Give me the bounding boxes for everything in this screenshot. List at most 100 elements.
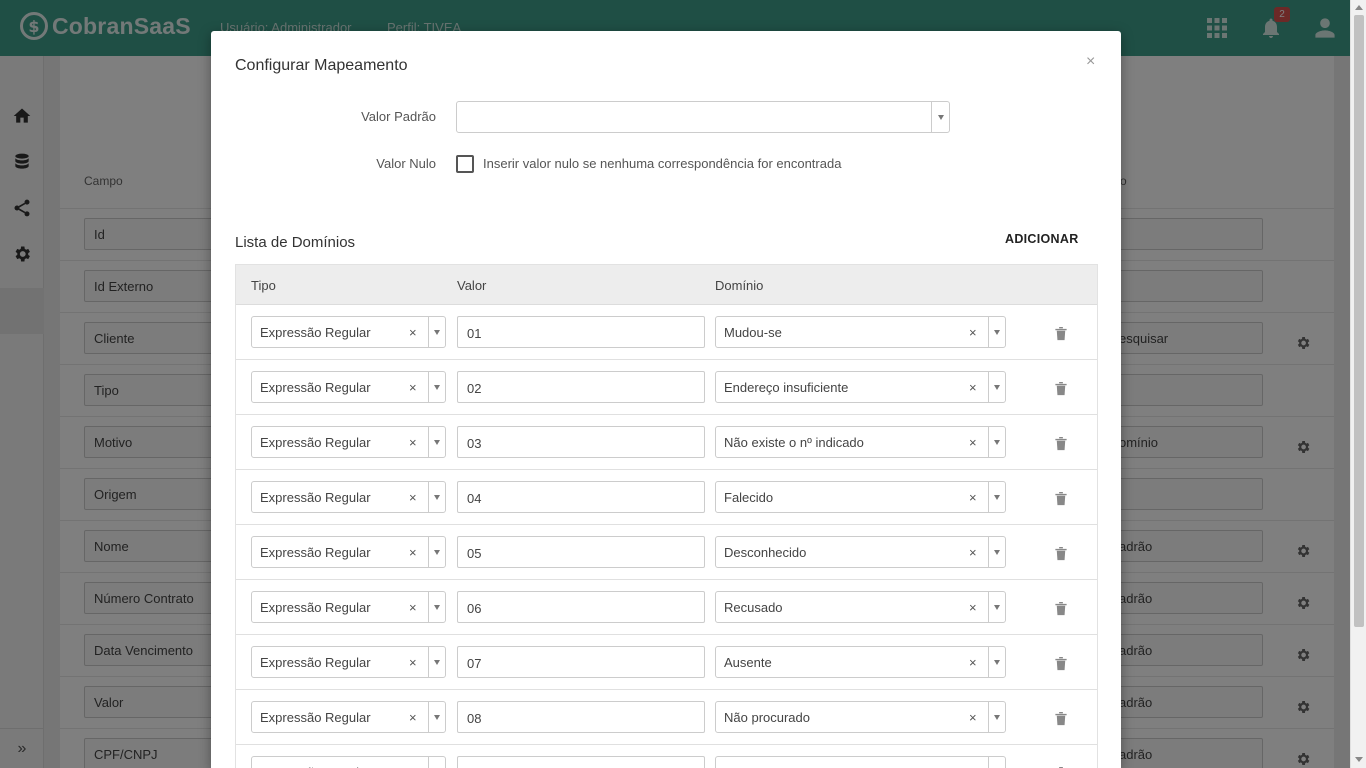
- dominio-dropdown-toggle[interactable]: [988, 482, 1005, 512]
- add-domain-button[interactable]: ADICIONAR: [1005, 232, 1079, 246]
- clear-tipo-icon[interactable]: ×: [409, 545, 417, 560]
- tipo-select[interactable]: Expressão Regular×: [251, 756, 446, 768]
- tipo-select[interactable]: Expressão Regular ×: [251, 646, 446, 678]
- domain-table-header: Tipo Valor Domínio: [236, 265, 1097, 305]
- chevron-down-icon: [994, 439, 1000, 445]
- valor-padrao-select[interactable]: [456, 101, 950, 133]
- valor-input[interactable]: 07: [457, 646, 705, 678]
- scroll-thumb[interactable]: [1354, 15, 1364, 627]
- dominio-select[interactable]: Desconhecido ×: [715, 536, 1006, 568]
- dominio-dropdown-toggle[interactable]: [988, 702, 1005, 732]
- clear-tipo-icon[interactable]: ×: [409, 435, 417, 450]
- delete-row-trash-icon[interactable]: [1054, 436, 1068, 451]
- valor-nulo-checkbox-label[interactable]: Inserir valor nulo se nenhuma correspond…: [483, 156, 841, 171]
- chevron-down-icon: [434, 604, 440, 610]
- tipo-select[interactable]: Expressão Regular×: [251, 591, 446, 623]
- clear-dominio-icon[interactable]: ×: [969, 435, 977, 450]
- dominio-dropdown-toggle[interactable]: [988, 647, 1005, 677]
- clear-dominio-icon[interactable]: ×: [969, 325, 977, 340]
- tipo-dropdown-toggle[interactable]: [428, 427, 445, 457]
- domain-row: Expressão Regular × 05 Desconhecido ×: [236, 525, 1097, 580]
- chevron-down-icon: [434, 329, 440, 335]
- valor-input[interactable]: 08: [457, 701, 705, 733]
- dominio-dropdown-toggle[interactable]: [988, 372, 1005, 402]
- dominio-select[interactable]: Endereço insuficiente ×: [715, 371, 1006, 403]
- clear-tipo-icon[interactable]: ×: [409, 710, 417, 725]
- dominio-select[interactable]: ×: [715, 756, 1006, 768]
- valor-nulo-checkbox[interactable]: [456, 155, 474, 173]
- valor-input[interactable]: [457, 756, 705, 768]
- dominio-dropdown-toggle[interactable]: [988, 537, 1005, 567]
- domain-row: Expressão Regular × 07 Ausente ×: [236, 635, 1097, 690]
- domain-table: Tipo Valor Domínio Expressão Regular × 01 M…: [235, 264, 1098, 768]
- tipo-select[interactable]: Expressão Regular×: [251, 316, 446, 348]
- scroll-down-icon[interactable]: [1355, 757, 1363, 762]
- delete-row-trash-icon[interactable]: [1054, 546, 1068, 561]
- delete-row-trash-icon[interactable]: [1054, 491, 1068, 506]
- chevron-down-icon: [434, 494, 440, 500]
- close-icon[interactable]: ×: [1086, 53, 1095, 71]
- dominio-dropdown-toggle[interactable]: [988, 757, 1005, 768]
- delete-row-trash-icon[interactable]: [1054, 601, 1068, 616]
- header-tipo: Tipo: [251, 278, 276, 293]
- tipo-dropdown-toggle[interactable]: [428, 592, 445, 622]
- clear-dominio-icon[interactable]: ×: [969, 655, 977, 670]
- domain-row: Expressão Regular× ×: [236, 745, 1097, 768]
- delete-row-trash-icon[interactable]: [1054, 711, 1068, 726]
- valor-input[interactable]: 04: [457, 481, 705, 513]
- dominio-select-value: Não existe o nº indicado: [724, 435, 864, 450]
- chevron-down-icon: [994, 494, 1000, 500]
- delete-row-trash-icon[interactable]: [1054, 381, 1068, 396]
- dominio-select[interactable]: Recusado ×: [715, 591, 1006, 623]
- valor-input[interactable]: 01: [457, 316, 705, 348]
- header-valor: Valor: [457, 278, 487, 293]
- valor-input[interactable]: 06: [457, 591, 705, 623]
- tipo-dropdown-toggle[interactable]: [428, 757, 445, 768]
- valor-input[interactable]: 02: [457, 371, 705, 403]
- dominio-select[interactable]: Não existe o nº indicado ×: [715, 426, 1006, 458]
- valor-input[interactable]: 05: [457, 536, 705, 568]
- tipo-dropdown-toggle[interactable]: [428, 317, 445, 347]
- dominio-dropdown-toggle[interactable]: [988, 427, 1005, 457]
- dominio-select-value: Ausente: [724, 655, 772, 670]
- dominio-select-value: Endereço insuficiente: [724, 380, 849, 395]
- tipo-dropdown-toggle[interactable]: [428, 482, 445, 512]
- tipo-select[interactable]: Expressão Regular×: [251, 536, 446, 568]
- page-scrollbar[interactable]: [1350, 0, 1366, 768]
- delete-row-trash-icon[interactable]: [1054, 656, 1068, 671]
- tipo-select[interactable]: Expressão Regular×: [251, 371, 446, 403]
- tipo-dropdown-toggle[interactable]: [428, 372, 445, 402]
- clear-tipo-icon[interactable]: ×: [409, 655, 417, 670]
- header-dominio: Domínio: [715, 278, 764, 293]
- tipo-select[interactable]: Expressão Regular×: [251, 701, 446, 733]
- chevron-down-icon: [994, 549, 1000, 555]
- dominio-select[interactable]: Ausente ×: [715, 646, 1006, 678]
- clear-dominio-icon[interactable]: ×: [969, 600, 977, 615]
- valor-padrao-dropdown-toggle[interactable]: [931, 102, 949, 132]
- tipo-dropdown-toggle[interactable]: [428, 647, 445, 677]
- clear-dominio-icon[interactable]: ×: [969, 490, 977, 505]
- delete-row-trash-icon[interactable]: [1054, 326, 1068, 341]
- scroll-up-icon[interactable]: [1355, 5, 1363, 10]
- dominio-select-value: Mudou-se: [724, 325, 782, 340]
- tipo-select[interactable]: Expressão Regular×: [251, 426, 446, 458]
- clear-dominio-icon[interactable]: ×: [969, 380, 977, 395]
- clear-tipo-icon[interactable]: ×: [409, 380, 417, 395]
- valor-input[interactable]: 03: [457, 426, 705, 458]
- tipo-dropdown-toggle[interactable]: [428, 537, 445, 567]
- dominio-select[interactable]: Não procurado ×: [715, 701, 1006, 733]
- clear-tipo-icon[interactable]: ×: [409, 600, 417, 615]
- clear-tipo-icon[interactable]: ×: [409, 490, 417, 505]
- dominio-select[interactable]: Mudou-se ×: [715, 316, 1006, 348]
- tipo-select[interactable]: Expressão Regular×: [251, 481, 446, 513]
- clear-tipo-icon[interactable]: ×: [409, 325, 417, 340]
- chevron-down-icon: [434, 549, 440, 555]
- clear-dominio-icon[interactable]: ×: [969, 545, 977, 560]
- tipo-dropdown-toggle[interactable]: [428, 702, 445, 732]
- dominio-select[interactable]: Falecido ×: [715, 481, 1006, 513]
- dominio-dropdown-toggle[interactable]: [988, 317, 1005, 347]
- dominio-dropdown-toggle[interactable]: [988, 592, 1005, 622]
- tipo-select-value: Expressão Regular: [260, 655, 371, 670]
- clear-dominio-icon[interactable]: ×: [969, 710, 977, 725]
- domain-row: Expressão Regular × 01 Mudou-se ×: [236, 305, 1097, 360]
